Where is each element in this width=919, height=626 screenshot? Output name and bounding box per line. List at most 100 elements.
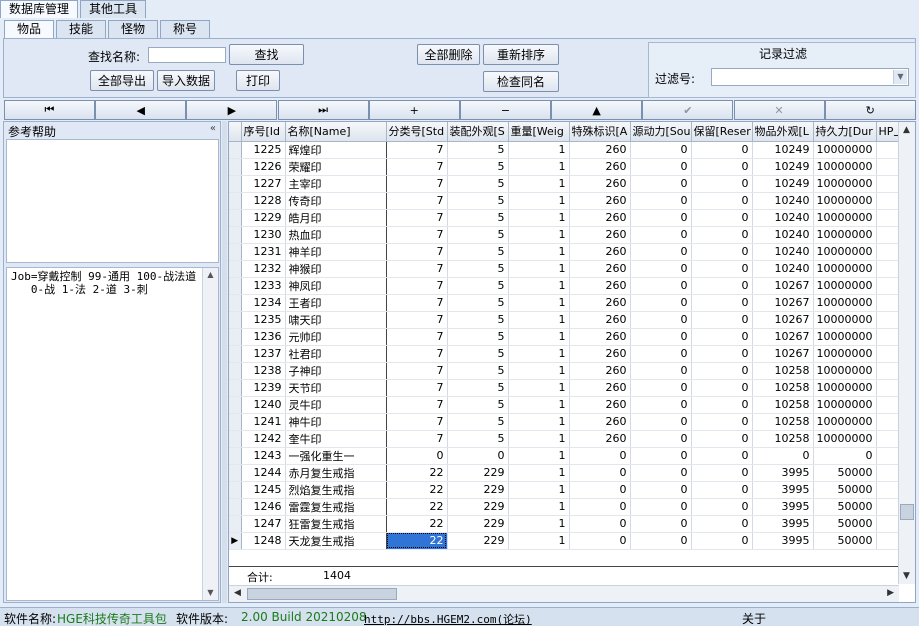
table-row[interactable]: 1235 啸天印 7 5 1 260 0 0 10267 10000000: [229, 311, 907, 329]
table-cell[interactable]: 10267: [752, 277, 814, 295]
table-cell[interactable]: 0: [691, 158, 753, 176]
table-cell[interactable]: 5: [447, 294, 509, 312]
grid-vertical-scrollbar[interactable]: ▲ ▼: [898, 122, 915, 584]
table-cell[interactable]: 10267: [752, 311, 814, 329]
table-cell[interactable]: 神羊印: [285, 243, 387, 261]
table-cell[interactable]: 0: [630, 532, 692, 550]
table-cell[interactable]: 10000000: [813, 260, 877, 278]
table-cell[interactable]: 0: [691, 311, 753, 329]
table-cell[interactable]: 0: [691, 396, 753, 414]
table-cell[interactable]: 5: [447, 345, 509, 363]
table-cell[interactable]: 0: [630, 396, 692, 414]
row-indicator[interactable]: [229, 260, 242, 278]
table-cell[interactable]: 1247: [241, 515, 286, 533]
help-top-area[interactable]: [6, 139, 219, 263]
table-cell[interactable]: 229: [447, 481, 509, 499]
row-indicator[interactable]: [229, 362, 242, 380]
forum-link[interactable]: http://bbs.HGEM2.com(论坛): [364, 611, 532, 626]
table-cell[interactable]: 啸天印: [285, 311, 387, 329]
table-row[interactable]: 1234 王者印 7 5 1 260 0 0 10267 10000000: [229, 294, 907, 312]
table-cell[interactable]: 10249: [752, 175, 814, 193]
table-cell[interactable]: 7: [386, 396, 448, 414]
table-cell[interactable]: 1: [508, 158, 570, 176]
table-cell[interactable]: 0: [630, 345, 692, 363]
table-cell[interactable]: 5: [447, 141, 509, 159]
table-cell[interactable]: 1225: [241, 141, 286, 159]
table-cell[interactable]: 0: [630, 481, 692, 499]
collapse-icon[interactable]: «: [210, 123, 216, 134]
row-indicator[interactable]: [229, 464, 242, 482]
table-cell[interactable]: 1: [508, 311, 570, 329]
table-cell[interactable]: 1: [508, 515, 570, 533]
tab-skills[interactable]: 技能: [56, 20, 107, 38]
table-cell[interactable]: 7: [386, 294, 448, 312]
table-cell[interactable]: 5: [447, 260, 509, 278]
table-cell[interactable]: 3995: [752, 464, 814, 482]
table-row[interactable]: 1229 皓月印 7 5 1 260 0 0 10240 10000000: [229, 209, 907, 227]
table-cell[interactable]: 5: [447, 379, 509, 397]
row-indicator[interactable]: [229, 413, 242, 431]
table-cell[interactable]: 7: [386, 430, 448, 448]
table-row[interactable]: 1228 传奇印 7 5 1 260 0 0 10240 10000000: [229, 192, 907, 210]
table-cell[interactable]: 0: [630, 226, 692, 244]
table-cell[interactable]: 10240: [752, 226, 814, 244]
table-cell[interactable]: 260: [569, 430, 631, 448]
table-cell[interactable]: 0: [569, 498, 631, 516]
table-cell[interactable]: 荣耀印: [285, 158, 387, 176]
table-cell[interactable]: 0: [691, 141, 753, 159]
table-cell[interactable]: 0: [630, 430, 692, 448]
table-cell[interactable]: 229: [447, 532, 509, 550]
table-cell[interactable]: 10258: [752, 379, 814, 397]
table-cell[interactable]: 1248: [241, 532, 286, 550]
table-cell[interactable]: 7: [386, 311, 448, 329]
row-indicator[interactable]: [229, 209, 242, 227]
table-cell[interactable]: 0: [691, 345, 753, 363]
table-cell[interactable]: 0: [569, 481, 631, 499]
table-cell[interactable]: 0: [630, 498, 692, 516]
table-cell[interactable]: 0: [691, 532, 753, 550]
table-cell[interactable]: 1: [508, 226, 570, 244]
table-row[interactable]: 1246 雷霆复生戒指 22 229 1 0 0 0 3995 50000: [229, 498, 907, 516]
table-cell[interactable]: 1240: [241, 396, 286, 414]
table-cell[interactable]: 10000000: [813, 175, 877, 193]
refresh-button[interactable]: ↻: [824, 100, 916, 120]
row-indicator[interactable]: [229, 498, 242, 516]
scroll-up-icon[interactable]: ▲: [203, 268, 218, 282]
row-indicator[interactable]: [229, 379, 242, 397]
table-cell[interactable]: 3995: [752, 515, 814, 533]
table-cell[interactable]: 1226: [241, 158, 286, 176]
column-header[interactable]: 装配外观[S: [447, 122, 509, 142]
table-row[interactable]: 1236 元帅印 7 5 1 260 0 0 10267 10000000: [229, 328, 907, 346]
table-cell[interactable]: 7: [386, 413, 448, 431]
table-cell[interactable]: 5: [447, 158, 509, 176]
table-cell[interactable]: 1: [508, 447, 570, 465]
delete-record-button[interactable]: −: [459, 100, 551, 120]
table-cell[interactable]: 0: [691, 498, 753, 516]
row-indicator[interactable]: [229, 141, 242, 159]
table-row[interactable]: 1239 天节印 7 5 1 260 0 0 10258 10000000: [229, 379, 907, 397]
table-cell[interactable]: 1: [508, 328, 570, 346]
column-header[interactable]: 持久力[Dur: [813, 122, 877, 142]
table-row[interactable]: 1238 子神印 7 5 1 260 0 0 10258 10000000: [229, 362, 907, 380]
table-cell[interactable]: 皓月印: [285, 209, 387, 227]
table-cell[interactable]: 1: [508, 277, 570, 295]
table-cell[interactable]: 10000000: [813, 277, 877, 295]
scroll-down-icon[interactable]: ▼: [903, 571, 910, 581]
row-indicator[interactable]: [229, 311, 242, 329]
table-cell[interactable]: 0: [691, 362, 753, 380]
table-cell[interactable]: 10240: [752, 243, 814, 261]
table-cell[interactable]: 5: [447, 277, 509, 295]
table-cell[interactable]: 0: [691, 379, 753, 397]
current-row-indicator-icon[interactable]: ▶: [229, 532, 242, 550]
table-cell[interactable]: 1: [508, 175, 570, 193]
table-cell[interactable]: 5: [447, 396, 509, 414]
table-cell[interactable]: 1241: [241, 413, 286, 431]
table-cell[interactable]: 260: [569, 345, 631, 363]
edit-record-button[interactable]: ▲: [551, 100, 643, 120]
scroll-left-icon[interactable]: ◀: [234, 588, 241, 598]
table-cell[interactable]: 0: [569, 515, 631, 533]
table-cell[interactable]: 229: [447, 498, 509, 516]
table-cell[interactable]: 0: [630, 175, 692, 193]
table-cell[interactable]: 0: [630, 158, 692, 176]
table-cell[interactable]: 0: [447, 447, 509, 465]
